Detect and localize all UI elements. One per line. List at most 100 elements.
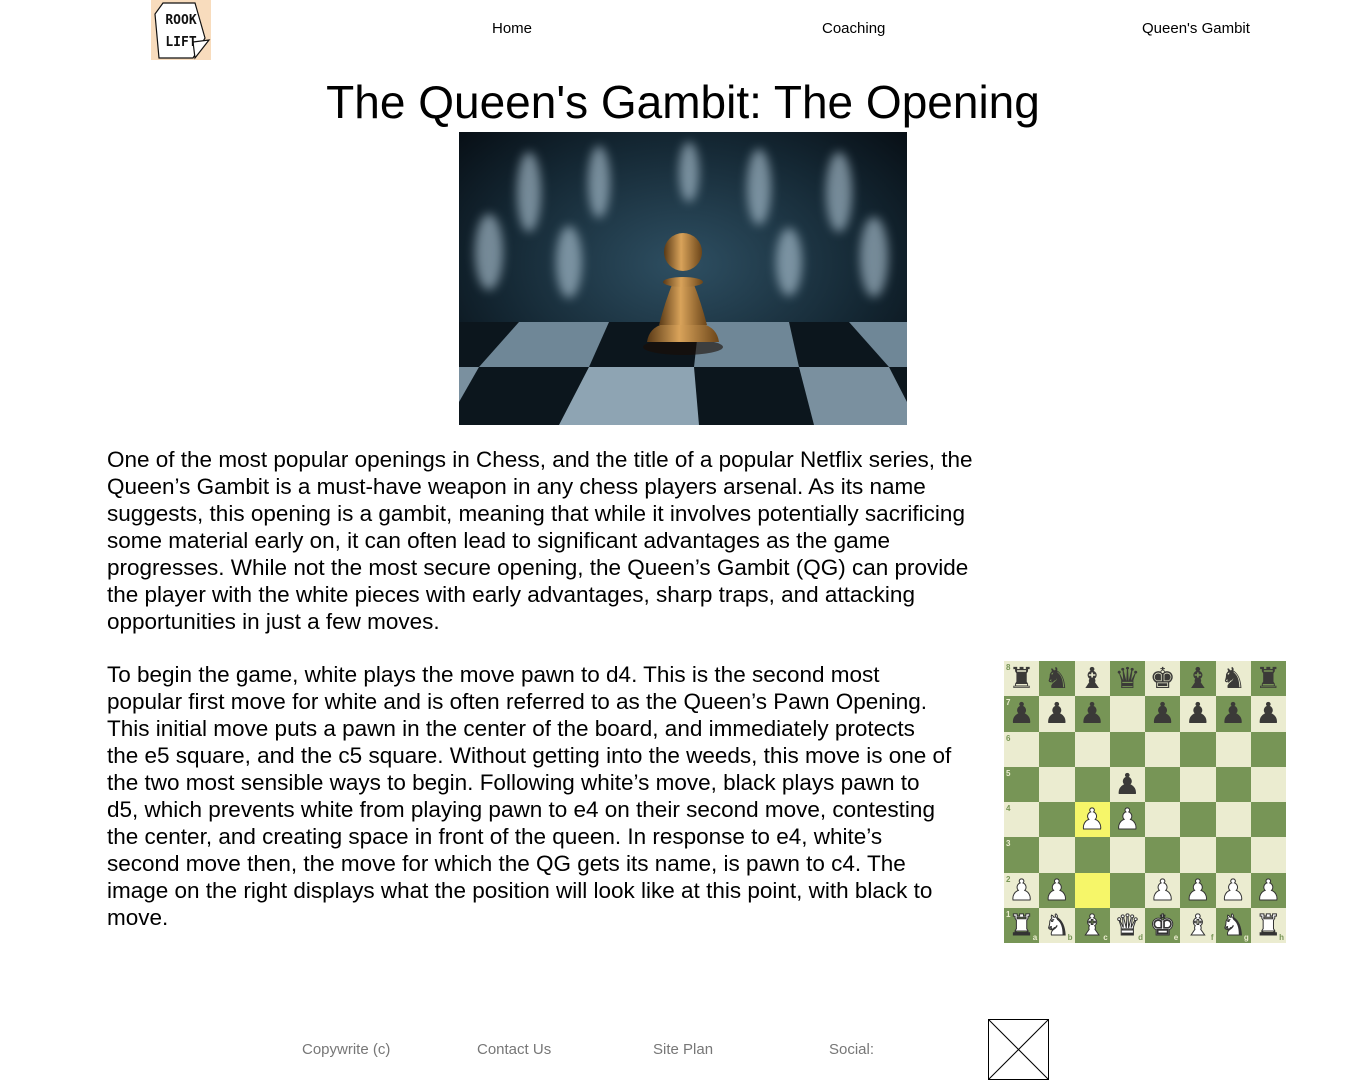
square-f5 (1180, 766, 1216, 802)
black-king-icon: ♚ (1149, 661, 1176, 696)
rank-label: 4 (1006, 804, 1011, 813)
black-pawn-icon: ♟ (1255, 696, 1282, 731)
square-c8: ♝ (1074, 661, 1110, 697)
black-pawn-icon: ♟ (1184, 696, 1211, 731)
square-a5: 5 (1004, 766, 1040, 802)
square-b6 (1039, 731, 1075, 767)
white-pawn-icon: ♟ (1220, 872, 1247, 907)
square-g8: ♞ (1215, 661, 1251, 697)
square-a6: 6 (1004, 731, 1040, 767)
square-g4 (1215, 802, 1251, 838)
page-title: The Queen's Gambit: The Opening (326, 76, 1040, 128)
square-f2: ♟ (1180, 872, 1216, 908)
rank-label: 8 (1006, 663, 1011, 672)
square-a2: 2 ♟ (1004, 872, 1040, 908)
rank-label: 3 (1006, 839, 1011, 849)
white-king-icon: ♚ (1149, 907, 1176, 942)
nav-queens-gambit-link[interactable]: Queen's Gambit (1142, 20, 1250, 37)
square-h2: ♟ (1250, 872, 1286, 908)
black-knight-icon: ♞ (1220, 661, 1247, 696)
image-placeholder-icon[interactable] (988, 1019, 1049, 1080)
square-b4 (1039, 802, 1075, 838)
black-pawn-icon: ♟ (1114, 766, 1141, 801)
square-h1: h ♜ (1250, 907, 1286, 943)
square-e4 (1145, 802, 1181, 838)
white-bishop-icon: ♝ (1184, 907, 1211, 942)
square-f1: f ♝ (1180, 907, 1216, 943)
square-e6 (1145, 731, 1181, 767)
square-b3 (1039, 837, 1075, 873)
square-h7: ♟ (1250, 696, 1286, 732)
square-a4: 4 (1004, 802, 1040, 838)
rank-label: 7 (1006, 698, 1011, 708)
square-c4: ♟ (1074, 802, 1110, 838)
intro-paragraph: One of the most popular openings in Ches… (107, 447, 973, 634)
square-d3 (1109, 837, 1145, 873)
site-logo[interactable]: ROOK LIFT (151, 0, 211, 60)
hero-image (459, 132, 907, 425)
square-d5: ♟ (1109, 766, 1145, 802)
black-bishop-icon: ♝ (1184, 661, 1211, 696)
square-h6 (1250, 731, 1286, 767)
square-c2 (1074, 872, 1110, 908)
square-e5 (1145, 766, 1181, 802)
nav-home-link[interactable]: Home (492, 20, 532, 37)
file-label: a (1032, 933, 1038, 942)
square-d6 (1109, 731, 1145, 767)
square-e3 (1145, 837, 1181, 873)
square-h4 (1250, 802, 1286, 838)
square-g2: ♟ (1215, 872, 1251, 908)
square-c6 (1074, 731, 1110, 767)
logo-line1: ROOK (165, 13, 196, 28)
square-c3 (1074, 837, 1110, 873)
black-knight-icon: ♞ (1043, 661, 1070, 696)
file-label: h (1279, 933, 1284, 942)
white-pawn-icon: ♟ (1114, 802, 1141, 837)
square-a8: 8 ♜ (1004, 661, 1040, 697)
footer-contact-link[interactable]: Contact Us (477, 1041, 551, 1058)
square-d8: ♛ (1109, 661, 1145, 697)
square-a3: 3 (1004, 837, 1040, 873)
file-label: d (1138, 933, 1143, 942)
white-rook-icon: ♜ (1255, 907, 1282, 942)
square-c5 (1074, 766, 1110, 802)
opening-moves-paragraph: To begin the game, white plays the move … (107, 662, 952, 930)
square-d1: d ♛ (1109, 907, 1145, 943)
footer-site-plan-link[interactable]: Site Plan (653, 1041, 713, 1058)
file-label: g (1243, 933, 1249, 942)
square-f6 (1180, 731, 1216, 767)
nav-coaching-link[interactable]: Coaching (822, 20, 885, 37)
rank-label: 1 (1006, 909, 1011, 919)
square-f8: ♝ (1180, 661, 1216, 697)
black-queen-icon: ♛ (1114, 661, 1141, 696)
white-rook-icon: ♜ (1008, 907, 1035, 942)
square-g7: ♟ (1215, 696, 1251, 732)
square-a7: 7 ♟ (1004, 696, 1040, 732)
square-e1: e ♚ (1145, 907, 1181, 943)
square-d7 (1109, 696, 1145, 732)
square-g3 (1215, 837, 1251, 873)
rank-label: 2 (1006, 874, 1011, 884)
square-h5 (1250, 766, 1286, 802)
square-e7: ♟ (1145, 696, 1181, 732)
square-h8: ♜ (1250, 661, 1286, 697)
white-pawn-icon: ♟ (1043, 872, 1070, 907)
chess-board: 8 ♜ ♞ ♝ ♛ ♚ ♝ ♞ ♜ 7 ♟ ♟ ♟ ♟ ♟ ♟ ♟ 6 5 ♟ 4 ♟ ♟ 3 2 ♟ ♟ ♟ ♟ ♟ ♟ 1 a ♜ b ♞ c ♝ d ♛… (1004, 661, 1286, 943)
square-g1: g ♞ (1215, 907, 1251, 943)
square-c1: c ♝ (1074, 907, 1110, 943)
footer-copyright: Copywrite (c) (302, 1041, 391, 1058)
footer-social-label: Social: (829, 1041, 875, 1058)
square-b2: ♟ (1039, 872, 1075, 908)
white-knight-icon: ♞ (1220, 907, 1247, 942)
square-c7: ♟ (1074, 696, 1110, 732)
square-b8: ♞ (1039, 661, 1075, 697)
square-g6 (1215, 731, 1251, 767)
white-bishop-icon: ♝ (1079, 907, 1106, 942)
rank-label: 6 (1006, 733, 1011, 743)
square-b7: ♟ (1039, 696, 1075, 732)
square-e8: ♚ (1145, 661, 1181, 697)
white-queen-icon: ♛ (1114, 907, 1141, 942)
square-a1: 1 a ♜ (1004, 907, 1040, 943)
square-e2: ♟ (1145, 872, 1181, 908)
black-pawn-icon: ♟ (1043, 696, 1070, 731)
